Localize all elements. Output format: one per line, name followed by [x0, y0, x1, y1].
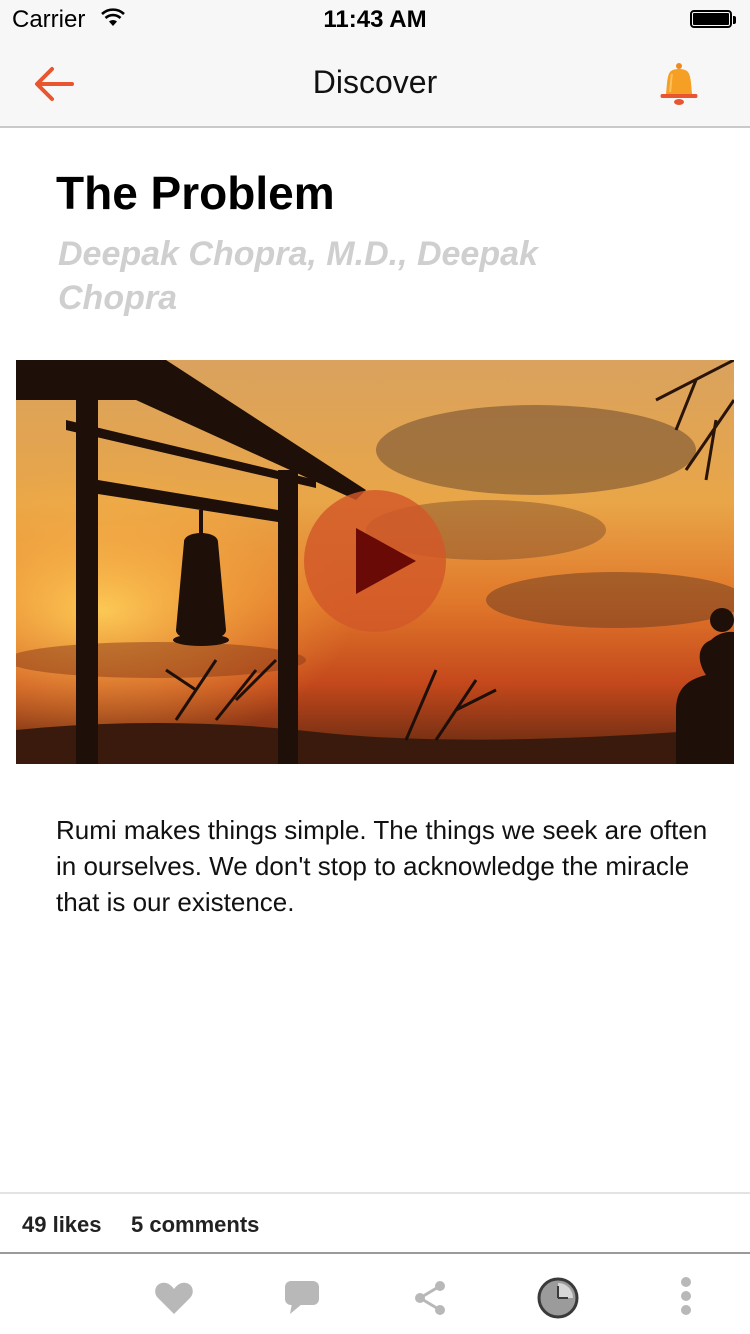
play-icon: [356, 528, 416, 594]
status-time: 11:43 AM: [323, 6, 427, 33]
content-description: Rumi makes things simple. The things we …: [56, 815, 708, 917]
comments-count[interactable]: 5 comments: [131, 1212, 259, 1238]
nav-bar: Discover: [0, 40, 750, 128]
likes-count[interactable]: 49 likes: [22, 1212, 102, 1238]
more-vertical-icon[interactable]: [664, 1276, 708, 1320]
status-bar: Carrier 11:43 AM: [0, 0, 750, 40]
play-button[interactable]: [304, 490, 446, 632]
content-title: The Problem: [56, 167, 335, 219]
bell-icon[interactable]: [656, 60, 700, 108]
battery-icon: [690, 10, 738, 30]
comment-icon[interactable]: [282, 1276, 326, 1320]
video-thumbnail[interactable]: [16, 360, 734, 764]
engagement-stats: 49 likes 5 comments: [0, 1192, 750, 1254]
clock-icon[interactable]: [536, 1276, 580, 1320]
author-name[interactable]: Deepak Chopra, M.D., Deepak Chopra: [58, 232, 618, 320]
bottom-toolbar: [0, 1256, 750, 1334]
heart-icon[interactable]: [152, 1276, 196, 1320]
page-title: Discover: [312, 64, 438, 100]
share-icon[interactable]: [410, 1276, 454, 1320]
